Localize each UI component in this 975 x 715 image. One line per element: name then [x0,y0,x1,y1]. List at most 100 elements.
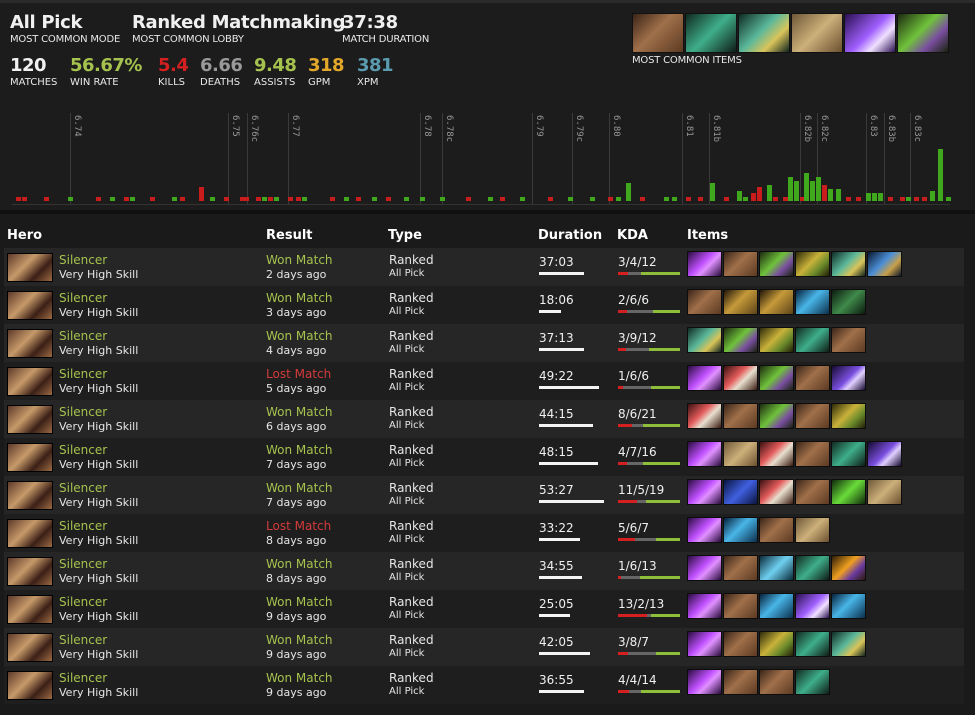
salve-icon[interactable] [759,441,794,467]
boots-icon[interactable] [687,289,722,315]
hero-name-link[interactable]: Silencer [59,367,107,381]
boots-icon[interactable] [723,593,758,619]
col-header-items[interactable]: Items [687,228,728,243]
boots-icon[interactable] [795,441,830,467]
boots-icon[interactable] [723,669,758,695]
tango-icon[interactable] [831,403,866,429]
hero-name-link[interactable]: Silencer [59,405,107,419]
ring-icon[interactable] [759,593,794,619]
hero-portrait[interactable] [7,633,53,662]
hero-name-link[interactable]: Silencer [59,443,107,457]
match-row[interactable]: Silencer Very High Skill Won Match 8 days a… [4,552,964,590]
magic-wand-icon[interactable] [831,631,866,657]
match-result-link[interactable]: Won Match [266,671,333,685]
hero-portrait[interactable] [7,367,53,396]
boots-icon[interactable] [831,327,866,353]
scroll-icon[interactable] [791,13,843,53]
claw-icon[interactable] [723,479,758,505]
bottle-icon[interactable] [759,365,794,391]
match-row[interactable]: Silencer Very High Skill Lost Match 5 days … [4,362,964,400]
dagon-icon[interactable] [687,555,722,581]
magic-wand-icon[interactable] [687,327,722,353]
hero-name-link[interactable]: Silencer [59,557,107,571]
silver-edge-icon[interactable] [844,13,896,53]
match-row[interactable]: Silencer Very High Skill Won Match 3 days a… [4,286,964,324]
hero-portrait[interactable] [7,557,53,586]
hero-name-link[interactable]: Silencer [59,253,107,267]
dagon-icon[interactable] [687,251,722,277]
boots-icon[interactable] [795,479,830,505]
bottle-icon[interactable] [759,403,794,429]
hero-portrait[interactable] [7,595,53,624]
match-row[interactable]: Silencer Very High Skill Won Match 6 days a… [4,400,964,438]
dagon-icon[interactable] [687,517,722,543]
match-row[interactable]: Silencer Very High Skill Won Match 9 days a… [4,590,964,628]
shadow-blade-icon[interactable] [795,555,830,581]
boots-icon[interactable] [632,13,684,53]
tango-icon[interactable] [795,251,830,277]
gloves-icon[interactable] [759,289,794,315]
shadow-blade-icon[interactable] [685,13,737,53]
hero-portrait[interactable] [7,671,53,700]
match-result-link[interactable]: Won Match [266,633,333,647]
bottle-icon[interactable] [897,13,949,53]
stick-icon[interactable] [867,251,902,277]
hero-portrait[interactable] [7,405,53,434]
tango-icon[interactable] [759,631,794,657]
match-result-link[interactable]: Won Match [266,253,333,267]
shadow-blade-icon[interactable] [795,327,830,353]
hero-portrait[interactable] [7,329,53,358]
boots-icon[interactable] [795,403,830,429]
orb-icon[interactable] [867,441,902,467]
hero-name-link[interactable]: Silencer [59,633,107,647]
hero-name-link[interactable]: Silencer [59,481,107,495]
match-row[interactable]: Silencer Very High Skill Lost Match 8 days … [4,514,964,552]
match-result-link[interactable]: Won Match [266,405,333,419]
match-result-link[interactable]: Won Match [266,443,333,457]
boots-icon[interactable] [723,555,758,581]
bottle-icon[interactable] [759,251,794,277]
salve-icon[interactable] [759,479,794,505]
scroll-icon[interactable] [867,479,902,505]
silver-edge-icon[interactable] [795,593,830,619]
shadow-blade-icon[interactable] [795,631,830,657]
ring-icon[interactable] [723,517,758,543]
match-row[interactable]: Silencer Very High Skill Won Match 7 days a… [4,476,964,514]
match-row[interactable]: Silencer Very High Skill Won Match 9 days a… [4,666,964,704]
col-header-result[interactable]: Result [266,228,313,243]
col-header-kda[interactable]: KDA [617,228,648,243]
match-row[interactable]: Silencer Very High Skill Won Match 4 days a… [4,324,964,362]
shadow-blade-icon[interactable] [831,441,866,467]
boots-icon[interactable] [723,251,758,277]
hero-portrait[interactable] [7,291,53,320]
hero-portrait[interactable] [7,253,53,282]
hero-name-link[interactable]: Silencer [59,291,107,305]
scroll-icon[interactable] [723,441,758,467]
hero-portrait[interactable] [7,443,53,472]
hero-name-link[interactable]: Silencer [59,671,107,685]
match-row[interactable]: Silencer Very High Skill Won Match 7 days a… [4,438,964,476]
dagon-icon[interactable] [687,631,722,657]
shadow-blade-icon[interactable] [795,669,830,695]
dagon-icon[interactable] [687,669,722,695]
dagon-icon[interactable] [687,593,722,619]
match-result-link[interactable]: Won Match [266,595,333,609]
match-result-link[interactable]: Won Match [266,329,333,343]
ring-icon[interactable] [831,593,866,619]
hero-portrait[interactable] [7,519,53,548]
col-header-type[interactable]: Type [388,228,422,243]
dagon-icon[interactable] [687,479,722,505]
hero-name-link[interactable]: Silencer [59,519,107,533]
hero-name-link[interactable]: Silencer [59,329,107,343]
flask-icon[interactable] [831,555,866,581]
orb-icon[interactable] [831,365,866,391]
match-row[interactable]: Silencer Very High Skill Won Match 9 days a… [4,628,964,666]
match-result-link[interactable]: Lost Match [266,367,331,381]
gem-icon[interactable] [759,555,794,581]
scroll-icon[interactable] [795,517,830,543]
match-result-link[interactable]: Won Match [266,557,333,571]
gloves-icon[interactable] [723,289,758,315]
boots-icon[interactable] [723,403,758,429]
match-row[interactable]: Silencer Very High Skill Won Match 2 days a… [4,248,964,286]
boots-icon[interactable] [723,631,758,657]
